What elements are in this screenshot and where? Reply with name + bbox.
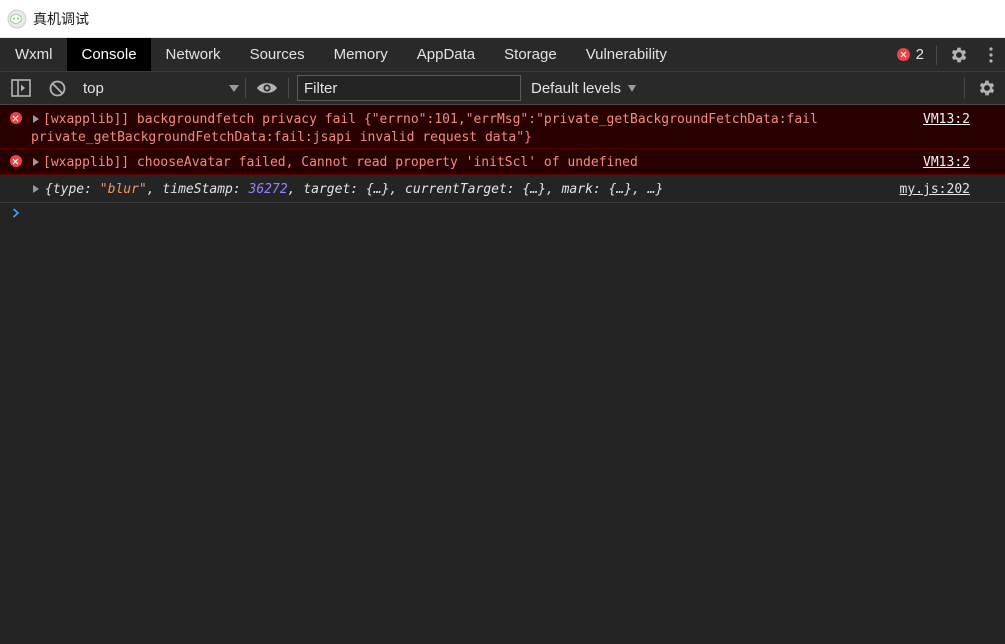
window-title: 真机调试 (33, 11, 89, 28)
wechat-devtools-icon (7, 9, 27, 28)
kebab-menu-icon (989, 46, 993, 63)
message-source-link[interactable]: my.js:202 (900, 181, 970, 199)
tab-memory[interactable]: Memory (319, 38, 402, 71)
error-icon (10, 112, 22, 124)
clear-console-button[interactable] (45, 80, 69, 97)
object-preview: {type: "blur", timeStamp: 36272, target:… (45, 182, 664, 197)
context-selector[interactable]: top (77, 76, 245, 100)
divider (245, 78, 246, 98)
clear-icon (49, 80, 65, 96)
console-message-error[interactable]: [wxapplib]] backgroundfetch privacy fail… (0, 105, 1005, 149)
tab-console[interactable]: Console (66, 38, 151, 71)
expand-arrow-icon[interactable] (33, 185, 39, 193)
message-source-link[interactable]: VM13:2 (923, 111, 970, 129)
error-icon (896, 48, 910, 61)
gear-icon (951, 47, 967, 62)
console-settings-button[interactable] (969, 78, 1005, 98)
console-prompt-icon (12, 208, 20, 218)
console-output[interactable]: [wxapplib]] backgroundfetch privacy fail… (0, 105, 1005, 644)
tab-wxml[interactable]: Wxml (0, 38, 67, 71)
window-titlebar: 真机调试 (0, 0, 1005, 38)
filter-input[interactable] (297, 75, 521, 101)
expand-arrow-icon[interactable] (33, 158, 39, 166)
message-source-link[interactable]: VM13:2 (923, 154, 970, 172)
console-message-log[interactable]: {type: "blur", timeStamp: 36272, target:… (0, 175, 1005, 203)
dropdown-caret-icon (229, 84, 239, 92)
message-text: private_getBackgroundFetchData:fail:jsap… (31, 130, 532, 145)
message-text: [wxapplib]] chooseAvatar failed, Cannot … (43, 155, 638, 170)
devtools-tabbar: Wxml Console Network Sources Memory AppD… (0, 38, 1005, 72)
toggle-sidebar-button[interactable] (9, 79, 33, 97)
sidebar-icon (11, 79, 31, 97)
live-expression-button[interactable] (250, 81, 284, 95)
log-levels-dropdown[interactable]: Default levels (531, 79, 637, 97)
settings-button[interactable] (937, 45, 981, 65)
console-toolbar: top Default levels (0, 72, 1005, 105)
more-options-button[interactable] (981, 46, 1001, 63)
divider (288, 78, 289, 98)
gear-icon (979, 80, 995, 96)
tab-storage[interactable]: Storage (489, 38, 571, 71)
error-count-badge[interactable]: 2 (896, 46, 924, 63)
tab-appdata[interactable]: AppData (402, 38, 489, 71)
eye-icon (257, 83, 277, 93)
console-message-error[interactable]: [wxapplib]] chooseAvatar failed, Cannot … (0, 149, 1005, 175)
tab-vulnerability[interactable]: Vulnerability (571, 38, 681, 71)
message-text: [wxapplib]] backgroundfetch privacy fail… (43, 112, 818, 127)
error-icon (10, 155, 22, 167)
log-levels-label: Default levels (531, 79, 622, 97)
tab-sources[interactable]: Sources (235, 38, 319, 71)
tab-network[interactable]: Network (151, 38, 235, 71)
dropdown-caret-icon (628, 84, 637, 92)
context-value: top (83, 79, 104, 97)
error-count: 2 (915, 46, 924, 63)
expand-arrow-icon[interactable] (33, 115, 39, 123)
divider (964, 78, 965, 98)
